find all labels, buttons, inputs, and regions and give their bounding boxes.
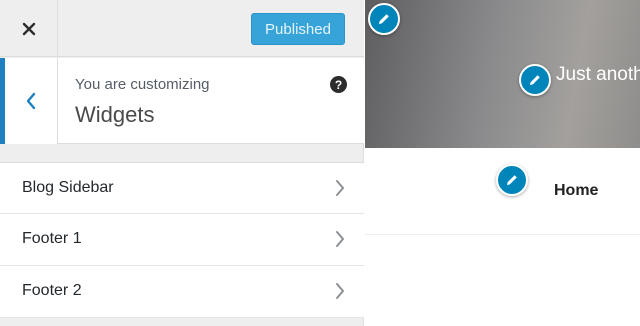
widget-area-blog-sidebar[interactable]: Blog Sidebar xyxy=(0,162,364,214)
pencil-icon xyxy=(379,14,389,24)
edit-menu-shortcut[interactable] xyxy=(496,164,528,196)
chevron-right-icon xyxy=(336,283,344,299)
chevron-right-icon xyxy=(336,231,344,247)
widget-area-label: Blog Sidebar xyxy=(22,179,114,196)
widget-area-footer-1[interactable]: Footer 1 xyxy=(0,214,364,266)
pencil-icon xyxy=(530,75,540,85)
chevron-right-icon xyxy=(336,180,344,196)
widget-area-label: Footer 1 xyxy=(22,230,82,247)
close-customizer-button[interactable] xyxy=(0,0,58,57)
help-icon[interactable]: ? xyxy=(330,76,347,93)
section-header: You are customizing Widgets ? xyxy=(0,58,364,144)
edit-tagline-shortcut[interactable] xyxy=(519,64,551,96)
customizer-header: Published xyxy=(0,0,364,57)
widget-area-list: Blog Sidebar Footer 1 Footer 2 xyxy=(0,162,364,318)
site-tagline: Just anoth xyxy=(556,64,640,85)
nav-divider xyxy=(365,234,640,235)
customizer-sidebar: Published You are customizing Widgets ? … xyxy=(0,0,364,326)
pencil-icon xyxy=(507,175,517,185)
back-button[interactable] xyxy=(0,58,58,144)
publish-button[interactable]: Published xyxy=(251,13,345,45)
section-title: Widgets xyxy=(75,102,155,127)
widget-area-footer-2[interactable]: Footer 2 xyxy=(0,266,364,318)
close-icon xyxy=(22,22,35,35)
nav-home-link[interactable]: Home xyxy=(554,182,598,200)
customizing-label: You are customizing xyxy=(75,76,210,93)
edit-header-shortcut[interactable] xyxy=(368,3,400,35)
site-preview: Just anoth Home xyxy=(365,0,640,326)
widget-area-label: Footer 2 xyxy=(22,282,82,299)
chevron-left-icon xyxy=(26,92,36,110)
